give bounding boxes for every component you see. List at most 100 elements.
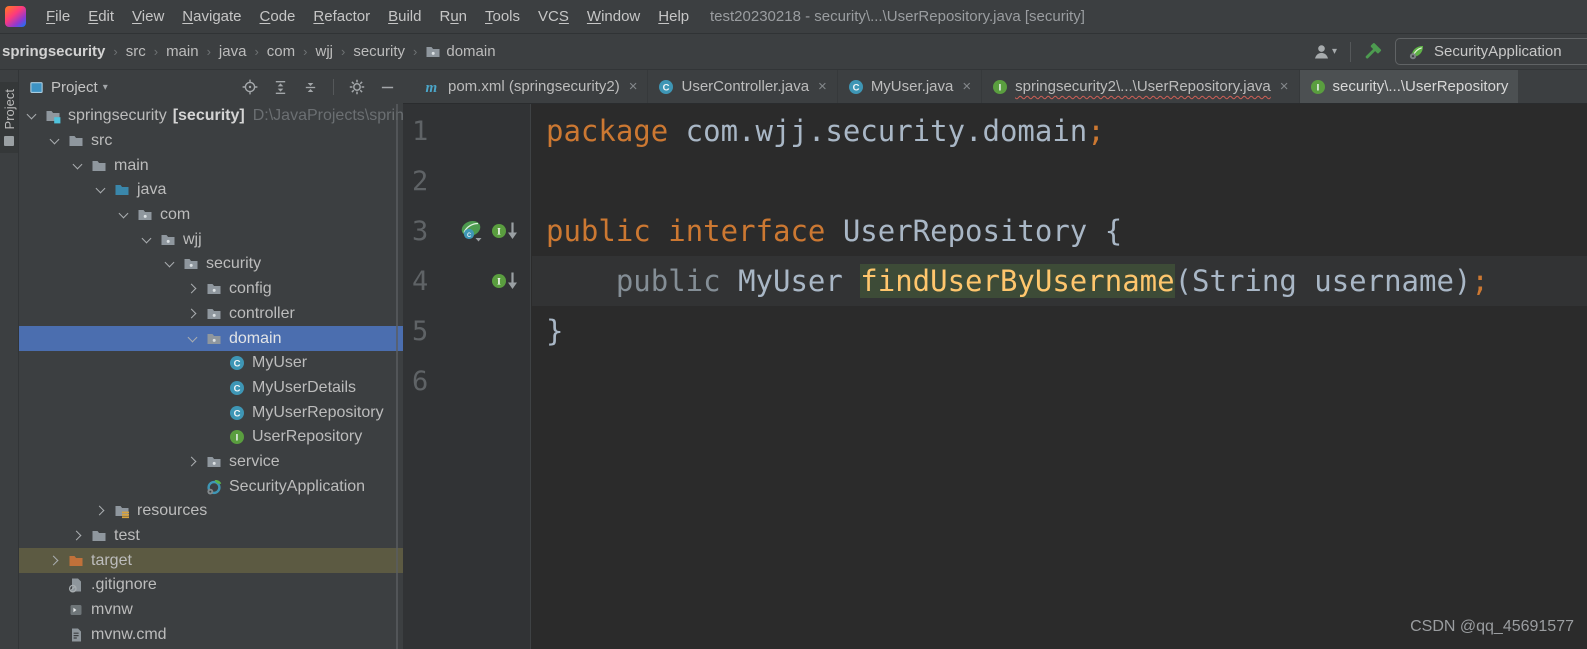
tree-item-domain[interactable]: domain	[19, 326, 403, 351]
tree-item-main[interactable]: main	[19, 153, 403, 178]
close-icon[interactable]: ×	[1280, 79, 1289, 94]
tree-item-springsecurity[interactable]: springsecurity [security] D:\JavaProjects\…	[19, 104, 403, 129]
chevron-expanded-icon[interactable]	[163, 257, 178, 271]
settings-gear-icon[interactable]	[349, 79, 365, 95]
chevron-expanded-icon[interactable]	[48, 134, 63, 148]
breadcrumb-item-springsecurity[interactable]: springsecurity	[2, 43, 105, 60]
tree-item-java[interactable]: java	[19, 178, 403, 203]
code-text[interactable]: }	[532, 306, 1587, 356]
chevron-expanded-icon[interactable]	[25, 109, 40, 123]
line-number[interactable]: 2	[403, 166, 437, 197]
code-line-5[interactable]: 5}	[403, 306, 1587, 356]
menu-refactor[interactable]: Refactor	[304, 0, 379, 33]
code-line-4[interactable]: 4 I public MyUser findUserByUsername(Stri…	[403, 256, 1587, 306]
chevron-collapsed-icon[interactable]	[48, 554, 63, 568]
code-text[interactable]: public interface UserRepository {	[532, 206, 1587, 256]
menu-build[interactable]: Build	[379, 0, 430, 33]
chevron-expanded-icon[interactable]	[117, 208, 132, 222]
menu-tools[interactable]: Tools	[476, 0, 529, 33]
breadcrumb-item-security[interactable]: security	[353, 43, 405, 60]
breadcrumb-item-src[interactable]: src	[126, 43, 146, 60]
tree-item-config[interactable]: config	[19, 277, 403, 302]
tree-item-controller[interactable]: controller	[19, 302, 403, 327]
tab-myuser-java[interactable]: C MyUser.java ×	[838, 70, 983, 103]
chevron-down-icon[interactable]: ▾	[103, 82, 108, 93]
tree-item-myuser[interactable]: C MyUser	[19, 351, 403, 376]
chevron-collapsed-icon[interactable]	[186, 455, 201, 469]
stripe-tab-project[interactable]: Project	[0, 82, 18, 154]
tree-item-userrepository[interactable]: I UserRepository	[19, 425, 403, 450]
line-number[interactable]: 1	[403, 116, 437, 147]
menu-edit[interactable]: Edit	[79, 0, 123, 33]
tab-usercontroller-java[interactable]: C UserController.java ×	[648, 70, 838, 103]
tab-pom-xml-springsecurity2[interactable]: m pom.xml (springsecurity2) ×	[415, 70, 649, 103]
run-configuration-selector[interactable]: SecurityApplication	[1395, 38, 1587, 65]
code-line-2[interactable]: 2	[403, 156, 1587, 206]
line-number[interactable]: 3	[403, 216, 437, 247]
chevron-expanded-icon[interactable]	[140, 233, 155, 247]
line-number[interactable]: 4	[403, 266, 437, 297]
menu-vcs[interactable]: VCS	[529, 0, 578, 33]
tab-springsecurity2-userrepository-java[interactable]: Ispringsecurity2\...\UserRepository.java…	[982, 70, 1300, 103]
tree-item-src[interactable]: src	[19, 129, 403, 154]
close-icon[interactable]: ×	[818, 79, 827, 94]
tree-item-com[interactable]: com	[19, 203, 403, 228]
tree-item-wjj[interactable]: wjj	[19, 227, 403, 252]
close-icon[interactable]: ×	[962, 79, 971, 94]
editor-body[interactable]: 1 package com.wjj.security.domain; 2 3 c Ipub…	[403, 104, 1587, 649]
menu-run[interactable]: Run	[430, 0, 476, 33]
line-number[interactable]: 6	[403, 366, 437, 397]
tree-item-mvnw-cmd[interactable]: mvnw.cmd	[19, 622, 403, 647]
chevron-collapsed-icon[interactable]	[94, 504, 109, 518]
code-text[interactable]	[532, 156, 1587, 206]
tree-scrollbar[interactable]	[396, 104, 398, 649]
breadcrumb-item-com[interactable]: com	[267, 43, 295, 60]
chevron-collapsed-icon[interactable]	[186, 307, 201, 321]
spring-boot-icon	[1408, 43, 1426, 61]
chevron-expanded-icon[interactable]	[186, 332, 201, 346]
locate-file-icon[interactable]	[242, 79, 258, 95]
user-profile-icon[interactable]	[1312, 43, 1331, 61]
implementers-icon[interactable]: I	[490, 269, 519, 293]
menu-file[interactable]: File	[37, 0, 79, 33]
tree-item-myuserrepository[interactable]: C MyUserRepository	[19, 400, 403, 425]
breadcrumb-item-java[interactable]: java	[219, 43, 247, 60]
tree-item-security[interactable]: security	[19, 252, 403, 277]
code-text[interactable]: package com.wjj.security.domain;	[532, 106, 1587, 156]
tree-item-myuserdetails[interactable]: C MyUserDetails	[19, 376, 403, 401]
tree-item-gitignore[interactable]: .gitignore	[19, 573, 403, 598]
menu-navigate[interactable]: Navigate	[173, 0, 250, 33]
menu-code[interactable]: Code	[251, 0, 305, 33]
chevron-expanded-icon[interactable]	[94, 183, 109, 197]
tree-item-securityapplication[interactable]: SecurityApplication	[19, 474, 403, 499]
code-text[interactable]	[532, 356, 1587, 406]
chevron-expanded-icon[interactable]	[71, 159, 86, 173]
project-panel-title[interactable]: Project	[51, 79, 98, 96]
chevron-collapsed-icon[interactable]	[71, 529, 86, 543]
code-line-6[interactable]: 6	[403, 356, 1587, 406]
tree-item-test[interactable]: test	[19, 524, 403, 549]
breadcrumb-item-domain[interactable]: domain	[425, 43, 496, 60]
expand-all-icon[interactable]	[273, 80, 288, 95]
tree-item-service[interactable]: service	[19, 450, 403, 475]
breadcrumb-item-wjj[interactable]: wjj	[315, 43, 333, 60]
build-hammer-icon[interactable]	[1362, 42, 1382, 62]
line-number[interactable]: 5	[403, 316, 437, 347]
menu-help[interactable]: Help	[649, 0, 698, 33]
code-line-3[interactable]: 3 c Ipublic interface UserRepository {	[403, 206, 1587, 256]
menu-window[interactable]: Window	[578, 0, 649, 33]
close-icon[interactable]: ×	[629, 79, 638, 94]
chevron-collapsed-icon[interactable]	[186, 282, 201, 296]
spring-bean-icon[interactable]: c	[459, 219, 487, 243]
code-text[interactable]: public MyUser findUserByUsername(String …	[532, 256, 1587, 306]
menu-view[interactable]: View	[123, 0, 173, 33]
hide-panel-icon[interactable]	[380, 80, 395, 95]
breadcrumb-item-main[interactable]: main	[166, 43, 199, 60]
tab-security-userrepository[interactable]: Isecurity\...\UserRepository	[1299, 70, 1519, 103]
code-line-1[interactable]: 1 package com.wjj.security.domain;	[403, 106, 1587, 156]
tree-item-resources[interactable]: resources	[19, 499, 403, 524]
implementers-icon[interactable]: I	[490, 219, 519, 243]
collapse-all-icon[interactable]	[303, 80, 318, 95]
tree-item-mvnw[interactable]: mvnw	[19, 598, 403, 623]
tree-item-target[interactable]: target	[19, 548, 403, 574]
